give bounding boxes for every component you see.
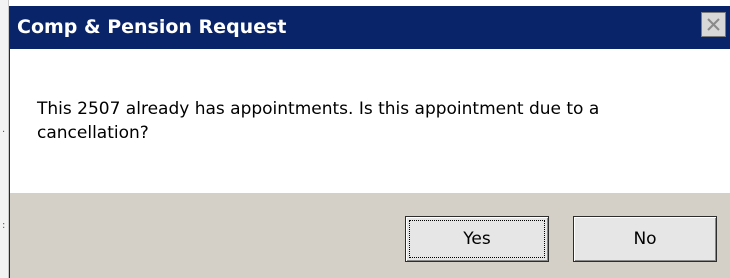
background-mark: : [2,220,6,231]
dialog-titlebar[interactable]: Comp & Pension Request [10,6,730,49]
dialog-message: This 2507 already has appointments. Is t… [37,99,600,143]
dialog-title: Comp & Pension Request [17,16,287,38]
yes-button[interactable]: Yes [405,216,549,262]
close-icon [707,18,720,31]
close-button[interactable] [701,12,726,37]
dialog-button-bar: Yes No [10,193,730,278]
background-window-edge: · : [0,0,9,278]
no-button[interactable]: No [573,216,717,262]
message-dialog: Comp & Pension Request This 2507 already… [9,6,730,278]
background-mark: · [2,127,6,138]
dialog-content: This 2507 already has appointments. Is t… [10,49,730,193]
